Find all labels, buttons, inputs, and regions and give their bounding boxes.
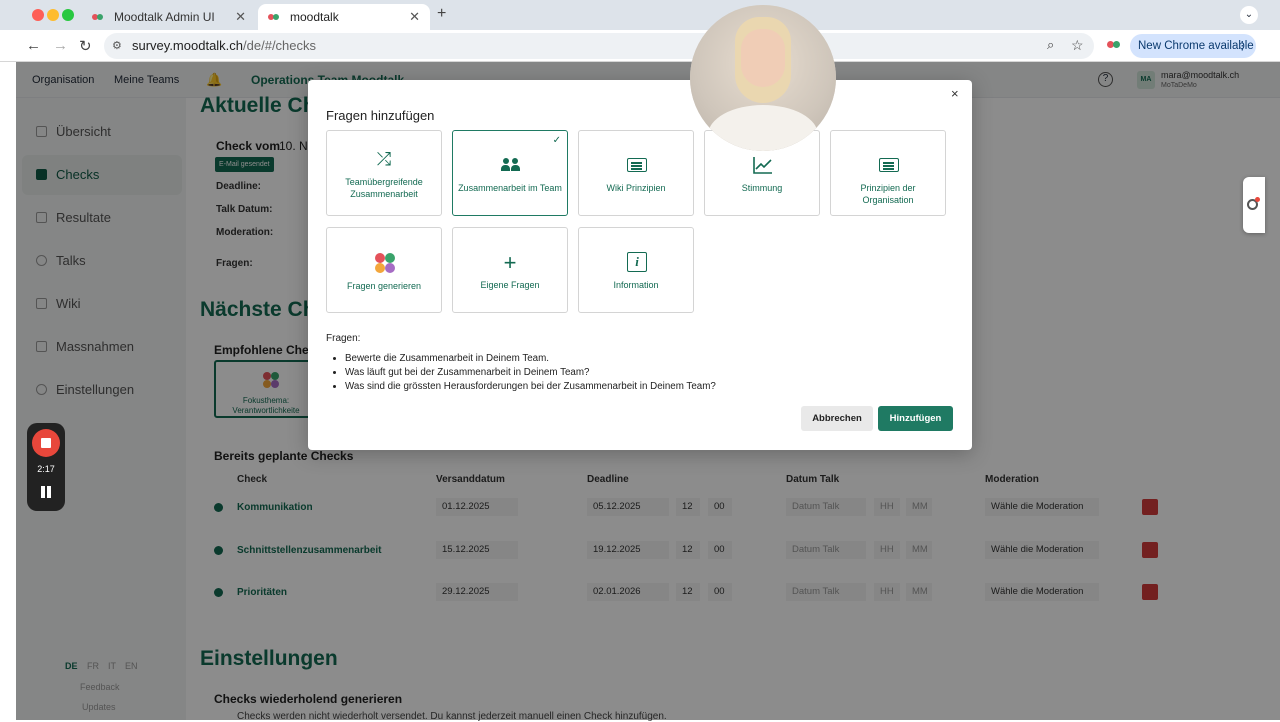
minimize-window-icon[interactable] <box>47 9 59 21</box>
card-label: Wiki Prinzipien <box>606 183 666 193</box>
cancel-button[interactable]: Abbrechen <box>801 406 873 431</box>
list-icon <box>627 158 647 172</box>
site-settings-icon[interactable]: ⚙ <box>112 33 122 59</box>
maximize-window-icon[interactable] <box>62 9 74 21</box>
card-label: Stimmung <box>741 183 783 193</box>
question-list: Bewerte die Zusammenarbeit in Deinem Tea… <box>345 352 716 394</box>
tab-close-icon[interactable]: ✕ <box>409 9 420 25</box>
card-label: Prinzipien der Organisation <box>860 183 916 205</box>
info-icon: i <box>627 252 647 272</box>
url-host: survey.moodtalk.ch <box>132 38 244 53</box>
tab-close-icon[interactable]: ✕ <box>235 9 246 25</box>
pause-icon[interactable] <box>40 486 52 498</box>
card-label: Fragen generieren <box>346 281 422 291</box>
chrome-update-button[interactable]: New Chrome available ⋮ <box>1130 34 1256 58</box>
checkmark-icon: ✓ <box>552 135 561 146</box>
bookmark-star-icon[interactable]: ☆ <box>1071 37 1084 54</box>
address-bar: ← → ↻ ⚙ survey.moodtalk.ch/de/#/checks ⌕… <box>0 30 1280 62</box>
tab-search-chevron-icon[interactable]: ⌄ <box>1240 6 1258 24</box>
card-label: Information <box>613 280 659 290</box>
tab-moodtalk-admin[interactable]: Moodtalk Admin UI ✕ <box>82 4 256 30</box>
card-zusammenarbeit-team[interactable]: ✓ Zusammenarbeit im Team <box>452 130 568 216</box>
card-label: Teamübergreifende Zusammenarbeit <box>345 177 423 199</box>
record-time: 2:17 <box>37 464 55 474</box>
extension-icon[interactable] <box>1107 39 1120 52</box>
card-prinzipien-organisation[interactable]: Prinzipien der Organisation <box>830 130 946 216</box>
card-label: Zusammenarbeit im Team <box>458 183 562 193</box>
questions-heading: Fragen: <box>326 333 361 344</box>
card-wiki-prinzipien[interactable]: Wiki Prinzipien <box>578 130 694 216</box>
tab-title: moodtalk <box>290 10 339 24</box>
card-fragen-generieren[interactable]: Fragen generieren <box>326 227 442 313</box>
card-information[interactable]: i Information <box>578 227 694 313</box>
add-questions-dialog: Fragen hinzufügen × ⤮ Teamübergreifende … <box>308 80 972 450</box>
browser-tab-bar: Moodtalk Admin UI ✕ moodtalk ✕ + ⌄ <box>0 0 1280 30</box>
face-shape <box>741 29 785 87</box>
card-eigene-fragen[interactable]: + Eigene Fragen <box>452 227 568 313</box>
recording-dot-icon <box>1255 197 1260 202</box>
list-item: Was läuft gut bei der Zusammenarbeit in … <box>345 366 716 380</box>
new-tab-button[interactable]: + <box>437 5 446 23</box>
chart-line-icon <box>753 157 772 174</box>
zoom-icon[interactable]: ⌕ <box>1047 37 1054 53</box>
flower-icon <box>375 253 395 273</box>
list-item: Was sind die grössten Herausforderungen … <box>345 380 716 394</box>
tab-moodtalk[interactable]: moodtalk ✕ <box>258 4 430 30</box>
card-label: Eigene Fragen <box>480 280 540 290</box>
webcam-bubble[interactable] <box>690 5 836 151</box>
back-arrow-icon[interactable]: ← <box>26 37 41 54</box>
recorder-extension-tab[interactable] <box>1243 177 1265 233</box>
list-item: Bewerte die Zusammenarbeit in Deinem Tea… <box>345 352 716 366</box>
tab-title: Moodtalk Admin UI <box>114 10 215 24</box>
add-button[interactable]: Hinzufügen <box>878 406 953 431</box>
people-icon <box>501 158 521 172</box>
list-icon <box>879 158 899 172</box>
close-window-icon[interactable] <box>32 9 44 21</box>
dialog-title: Fragen hinzufügen <box>326 108 435 123</box>
stop-record-button[interactable] <box>32 429 60 457</box>
close-icon[interactable]: × <box>951 86 959 101</box>
more-icon[interactable]: ⋮ <box>1237 34 1249 58</box>
moodtalk-favicon-icon <box>92 11 106 23</box>
plus-icon: + <box>503 250 517 275</box>
url-field[interactable]: ⚙ survey.moodtalk.ch/de/#/checks <box>104 33 1094 59</box>
forward-arrow-icon[interactable]: → <box>53 37 68 54</box>
shuffle-icon: ⤮ <box>376 149 392 169</box>
reload-icon[interactable]: ↻ <box>79 37 92 55</box>
card-teamuebergreifend[interactable]: ⤮ Teamübergreifende Zusammenarbeit <box>326 130 442 216</box>
moodtalk-favicon-icon <box>268 11 282 23</box>
url-path: /de/#/checks <box>243 38 317 53</box>
screen-recorder: 2:17 <box>27 423 65 511</box>
